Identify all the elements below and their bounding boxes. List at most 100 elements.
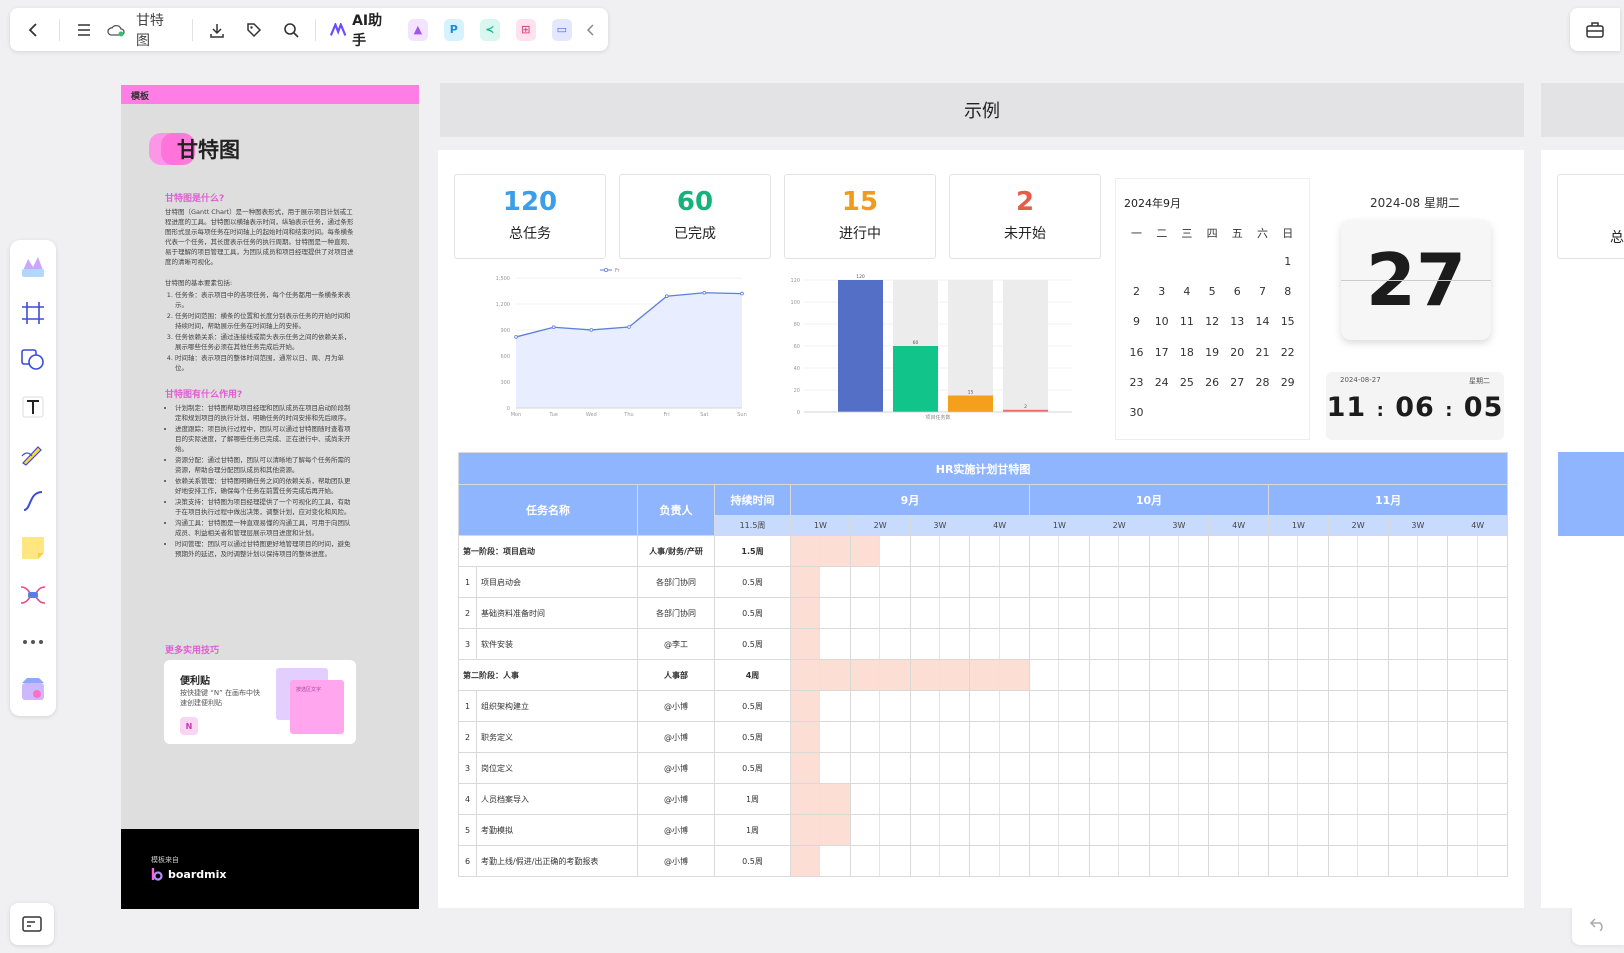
- gantt-cell[interactable]: [940, 754, 969, 783]
- task-row[interactable]: 1 组织架构建立 @小博 0.5周: [458, 690, 1509, 722]
- gantt-cell[interactable]: [1000, 537, 1029, 566]
- gantt-cell[interactable]: [971, 598, 1000, 628]
- gantt-cell[interactable]: [1358, 630, 1387, 659]
- gantt-cell[interactable]: [1000, 785, 1029, 814]
- calendar-day[interactable]: 8: [1275, 285, 1300, 298]
- week-cell[interactable]: [1268, 659, 1329, 691]
- bar[interactable]: [838, 280, 883, 412]
- gantt-cell[interactable]: [1358, 816, 1387, 845]
- gantt-cell[interactable]: [1119, 568, 1148, 597]
- calendar-day[interactable]: 11: [1174, 315, 1199, 328]
- week-cell[interactable]: [849, 690, 911, 722]
- gantt-cell[interactable]: [1150, 846, 1179, 876]
- gantt-cell[interactable]: [1090, 567, 1120, 597]
- gantt-cell[interactable]: [1418, 754, 1447, 783]
- gantt-cell[interactable]: [1179, 692, 1208, 721]
- week-cell[interactable]: [1327, 721, 1389, 753]
- gantt-table[interactable]: HR实施计划甘特图 任务名称 负责人 持续时间 9月 10月 11月 11.5周…: [457, 452, 1509, 877]
- app-store-icon[interactable]: [16, 671, 50, 707]
- week-cell[interactable]: [1447, 659, 1509, 691]
- gantt-cell[interactable]: [940, 537, 969, 566]
- gantt-cell[interactable]: [1179, 754, 1208, 783]
- flowchart-icon[interactable]: ⊞: [515, 18, 536, 41]
- gantt-cell[interactable]: [1030, 753, 1060, 783]
- week-cell[interactable]: [1148, 659, 1210, 691]
- week-cell[interactable]: [969, 721, 1030, 753]
- gantt-cell[interactable]: [1239, 537, 1268, 566]
- gantt-cell[interactable]: [851, 753, 881, 783]
- week-cell[interactable]: [1148, 535, 1210, 567]
- week-cell[interactable]: [1447, 690, 1509, 722]
- gantt-cell[interactable]: [1090, 598, 1120, 628]
- week-cell[interactable]: [969, 690, 1030, 722]
- week-cell[interactable]: [849, 814, 911, 846]
- calendar-day[interactable]: 27: [1225, 376, 1250, 389]
- gantt-cell[interactable]: [1059, 568, 1088, 597]
- gantt-cell[interactable]: [1059, 816, 1088, 845]
- week-cell[interactable]: [969, 814, 1030, 846]
- gantt-cell[interactable]: [1119, 599, 1148, 628]
- gantt-cell[interactable]: [1418, 537, 1447, 566]
- gantt-cell[interactable]: [1389, 691, 1418, 721]
- gantt-cell[interactable]: [1449, 598, 1478, 628]
- gantt-cell[interactable]: [1269, 846, 1299, 876]
- gantt-cell[interactable]: [1449, 784, 1478, 814]
- week-cell[interactable]: [790, 659, 851, 691]
- gantt-cell[interactable]: [1478, 568, 1507, 597]
- gantt-cell[interactable]: [1150, 691, 1179, 721]
- week-cell[interactable]: [790, 814, 851, 846]
- gantt-cell[interactable]: [1179, 785, 1208, 814]
- calendar-day[interactable]: 5: [1200, 285, 1225, 298]
- gantt-cell[interactable]: [1239, 754, 1268, 783]
- gantt-cell[interactable]: [1418, 692, 1447, 721]
- gantt-bar-segment[interactable]: [791, 629, 821, 659]
- week-cell[interactable]: [1447, 566, 1509, 598]
- gantt-cell[interactable]: [1358, 754, 1387, 783]
- week-cell[interactable]: [790, 752, 851, 784]
- gantt-cell[interactable]: [1269, 629, 1299, 659]
- gantt-cell[interactable]: [1059, 661, 1088, 690]
- gantt-cell[interactable]: [851, 598, 881, 628]
- gantt-cell[interactable]: [1090, 660, 1120, 690]
- week-cell[interactable]: [1148, 690, 1210, 722]
- gantt-cell[interactable]: [1329, 846, 1359, 876]
- frame-icon[interactable]: [16, 295, 50, 331]
- gantt-cell[interactable]: [940, 692, 969, 721]
- week-cell[interactable]: [1088, 814, 1150, 846]
- gantt-cell[interactable]: [940, 785, 969, 814]
- gantt-cell[interactable]: [1298, 630, 1327, 659]
- gantt-cell[interactable]: [1329, 722, 1359, 752]
- gantt-cell[interactable]: [1090, 691, 1120, 721]
- gantt-cell[interactable]: [1298, 754, 1327, 783]
- gantt-bar-segment[interactable]: [791, 722, 821, 752]
- gantt-cell[interactable]: [1298, 723, 1327, 752]
- collapse-icon[interactable]: [582, 14, 600, 46]
- week-cell[interactable]: [969, 535, 1030, 567]
- week-cell[interactable]: [1447, 597, 1509, 629]
- gantt-cell[interactable]: [1358, 568, 1387, 597]
- gantt-cell[interactable]: [1179, 723, 1208, 752]
- gantt-cell[interactable]: [1478, 537, 1507, 566]
- gantt-cell[interactable]: [1389, 722, 1418, 752]
- gantt-cell[interactable]: [971, 567, 1000, 597]
- gantt-cell[interactable]: [1239, 692, 1268, 721]
- gantt-cell[interactable]: [1059, 599, 1088, 628]
- gantt-cell[interactable]: [1449, 536, 1478, 566]
- week-cell[interactable]: [1029, 814, 1090, 846]
- week-cell[interactable]: [1447, 783, 1509, 815]
- task-row[interactable]: 2 基础资料准备时间 各部门协同 0.5周: [458, 597, 1509, 629]
- gantt-cell[interactable]: [911, 846, 940, 876]
- gantt-cell[interactable]: [1269, 722, 1299, 752]
- week-cell[interactable]: [790, 845, 851, 877]
- gantt-cell[interactable]: [1298, 568, 1327, 597]
- gantt-cell[interactable]: [1150, 567, 1179, 597]
- gantt-cell[interactable]: [1030, 691, 1060, 721]
- gantt-bar-segment[interactable]: [910, 660, 940, 690]
- gantt-cell[interactable]: [1329, 629, 1359, 659]
- bar[interactable]: [948, 395, 993, 413]
- gantt-cell[interactable]: [1389, 753, 1418, 783]
- gantt-cell[interactable]: [880, 537, 909, 566]
- gantt-cell[interactable]: [1298, 816, 1327, 845]
- week-cell[interactable]: [1088, 597, 1150, 629]
- gantt-cell[interactable]: [940, 816, 969, 845]
